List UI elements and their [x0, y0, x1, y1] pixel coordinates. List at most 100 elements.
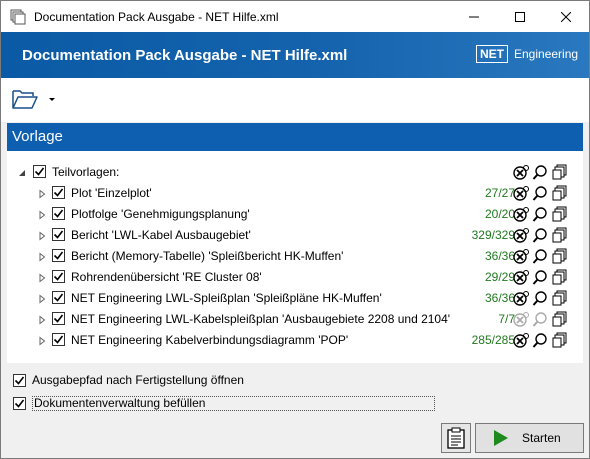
- open-output-option[interactable]: Ausgabepfad nach Fertigstellung öffnen: [13, 371, 244, 389]
- tree-item-row[interactable]: Plot 'Einzelplot' 27/27: [7, 183, 583, 204]
- checkmark-icon: [14, 399, 25, 408]
- tree-item-count: 285/285: [471, 333, 515, 347]
- tree-item-checkbox[interactable]: [52, 270, 65, 283]
- preview-icon: [532, 207, 547, 222]
- banner-title: Documentation Pack Ausgabe - NET Hilfe.x…: [22, 47, 348, 64]
- print-icon: [513, 291, 529, 306]
- tree-item-checkbox[interactable]: [52, 228, 65, 241]
- checkmark-icon: [53, 251, 64, 260]
- window-title: Documentation Pack Ausgabe - NET Hilfe.x…: [34, 9, 279, 24]
- tree-item-actions[interactable]: [513, 311, 573, 329]
- tree-item-count: 36/36: [484, 291, 515, 305]
- main-window: Documentation Pack Ausgabe - NET Hilfe.x…: [0, 0, 590, 459]
- tree-item-actions[interactable]: [513, 332, 573, 350]
- open-dropdown-button[interactable]: [47, 92, 57, 106]
- copy-icon: [552, 332, 567, 348]
- tree-item-row[interactable]: NET Engineering LWL-Kabelspleißplan 'Aus…: [7, 309, 583, 330]
- tree-item-checkbox[interactable]: [52, 291, 65, 304]
- checkmark-icon: [53, 314, 64, 323]
- print-icon: [513, 207, 529, 222]
- tree-item-actions[interactable]: [513, 227, 573, 245]
- start-button[interactable]: Starten: [475, 423, 584, 453]
- tree-item-count: 20/20: [484, 207, 515, 221]
- expand-icon[interactable]: [37, 251, 47, 262]
- copy-icon: [552, 206, 567, 222]
- tree-item-checkbox[interactable]: [52, 186, 65, 199]
- fill-docmgmt-checkbox[interactable]: [13, 396, 26, 410]
- logo-text: Engineering: [514, 47, 579, 61]
- checklist-button[interactable]: [441, 423, 471, 453]
- close-button[interactable]: [543, 1, 589, 32]
- expand-icon[interactable]: [37, 230, 47, 241]
- expand-icon[interactable]: [37, 209, 47, 220]
- expand-icon[interactable]: [37, 293, 47, 304]
- tree-root-row[interactable]: Teilvorlagen:: [7, 162, 583, 183]
- start-label: Starten: [522, 431, 561, 445]
- tree-item-checkbox[interactable]: [52, 207, 65, 220]
- app-icon: [10, 9, 26, 25]
- collapse-icon[interactable]: [17, 167, 27, 177]
- expand-icon[interactable]: [37, 272, 47, 283]
- root-checkbox[interactable]: [33, 165, 46, 178]
- checkmark-icon: [53, 272, 64, 281]
- checkmark-icon: [53, 188, 64, 197]
- tree-item-row[interactable]: NET Engineering Kabelverbindungsdiagramm…: [7, 330, 583, 351]
- expand-icon[interactable]: [37, 335, 47, 346]
- net-engineering-logo: NET Engineering: [476, 45, 578, 63]
- checkmark-icon: [53, 335, 64, 344]
- print-icon: [513, 186, 529, 201]
- folder-open-icon: [12, 90, 38, 109]
- tree-item-label: NET Engineering LWL-Spleißplan 'Spleißpl…: [71, 291, 382, 305]
- print-all-icon: [513, 165, 529, 180]
- open-output-checkbox[interactable]: [13, 373, 26, 387]
- preview-icon: [532, 291, 547, 306]
- tree-item-actions[interactable]: [513, 290, 573, 308]
- tree-item-checkbox[interactable]: [52, 249, 65, 262]
- checkmark-icon: [34, 167, 45, 176]
- tree-item-label: NET Engineering Kabelverbindungsdiagramm…: [71, 333, 349, 347]
- tree-root-label: Teilvorlagen:: [52, 165, 120, 179]
- copy-icon: [552, 227, 567, 243]
- preview-icon: [532, 249, 547, 264]
- checkmark-icon: [53, 209, 64, 218]
- maximize-button[interactable]: [497, 1, 543, 32]
- copy-icon: [552, 290, 567, 306]
- preview-icon: [532, 186, 547, 201]
- tree-item-actions[interactable]: [513, 269, 573, 287]
- checkmark-icon: [53, 293, 64, 302]
- tree-item-actions[interactable]: [513, 185, 573, 203]
- header-banner: Documentation Pack Ausgabe - NET Hilfe.x…: [1, 32, 589, 78]
- copy-icon: [552, 311, 567, 327]
- preview-icon: [532, 333, 547, 348]
- tree-item-checkbox[interactable]: [52, 312, 65, 325]
- print-icon: [513, 228, 529, 243]
- print-icon: [513, 312, 529, 327]
- tree-item-row[interactable]: NET Engineering LWL-Spleißplan 'Spleißpl…: [7, 288, 583, 309]
- tree-item-actions[interactable]: [513, 248, 573, 266]
- tree-item-label: NET Engineering LWL-Kabelspleißplan 'Aus…: [71, 312, 451, 326]
- print-icon: [513, 249, 529, 264]
- logo-mark: NET: [476, 45, 508, 63]
- preview-icon: [532, 270, 547, 285]
- copy-icon: [552, 185, 567, 201]
- tree-item-count: 27/27: [484, 186, 515, 200]
- tree-item-count: 29/29: [484, 270, 515, 284]
- tree-item-count: 36/36: [484, 249, 515, 263]
- tree-item-row[interactable]: Bericht (Memory-Tabelle) 'Spleißbericht …: [7, 246, 583, 267]
- open-output-label: Ausgabepfad nach Fertigstellung öffnen: [32, 373, 244, 387]
- tree-item-actions[interactable]: [513, 206, 573, 224]
- tree-item-checkbox[interactable]: [52, 333, 65, 346]
- fill-docmgmt-label: Dokumentenverwaltung befüllen: [32, 395, 435, 411]
- fill-docmgmt-option[interactable]: Dokumentenverwaltung befüllen: [13, 394, 435, 412]
- tree-item-row[interactable]: Bericht 'LWL-Kabel Ausbaugebiet' 329/329: [7, 225, 583, 246]
- tree-item-row[interactable]: Rohrendenübersicht 'RE Cluster 08' 29/29: [7, 267, 583, 288]
- clipboard-icon: [447, 427, 465, 449]
- expand-icon[interactable]: [37, 314, 47, 325]
- play-icon: [494, 430, 508, 446]
- tree-item-row[interactable]: Plotfolge 'Genehmigungsplanung' 20/20: [7, 204, 583, 225]
- section-header-vorlage: Vorlage: [7, 123, 583, 151]
- open-folder-button[interactable]: [11, 87, 41, 113]
- minimize-button[interactable]: [451, 1, 497, 32]
- copy-icon: [552, 248, 567, 264]
- expand-icon[interactable]: [37, 188, 47, 199]
